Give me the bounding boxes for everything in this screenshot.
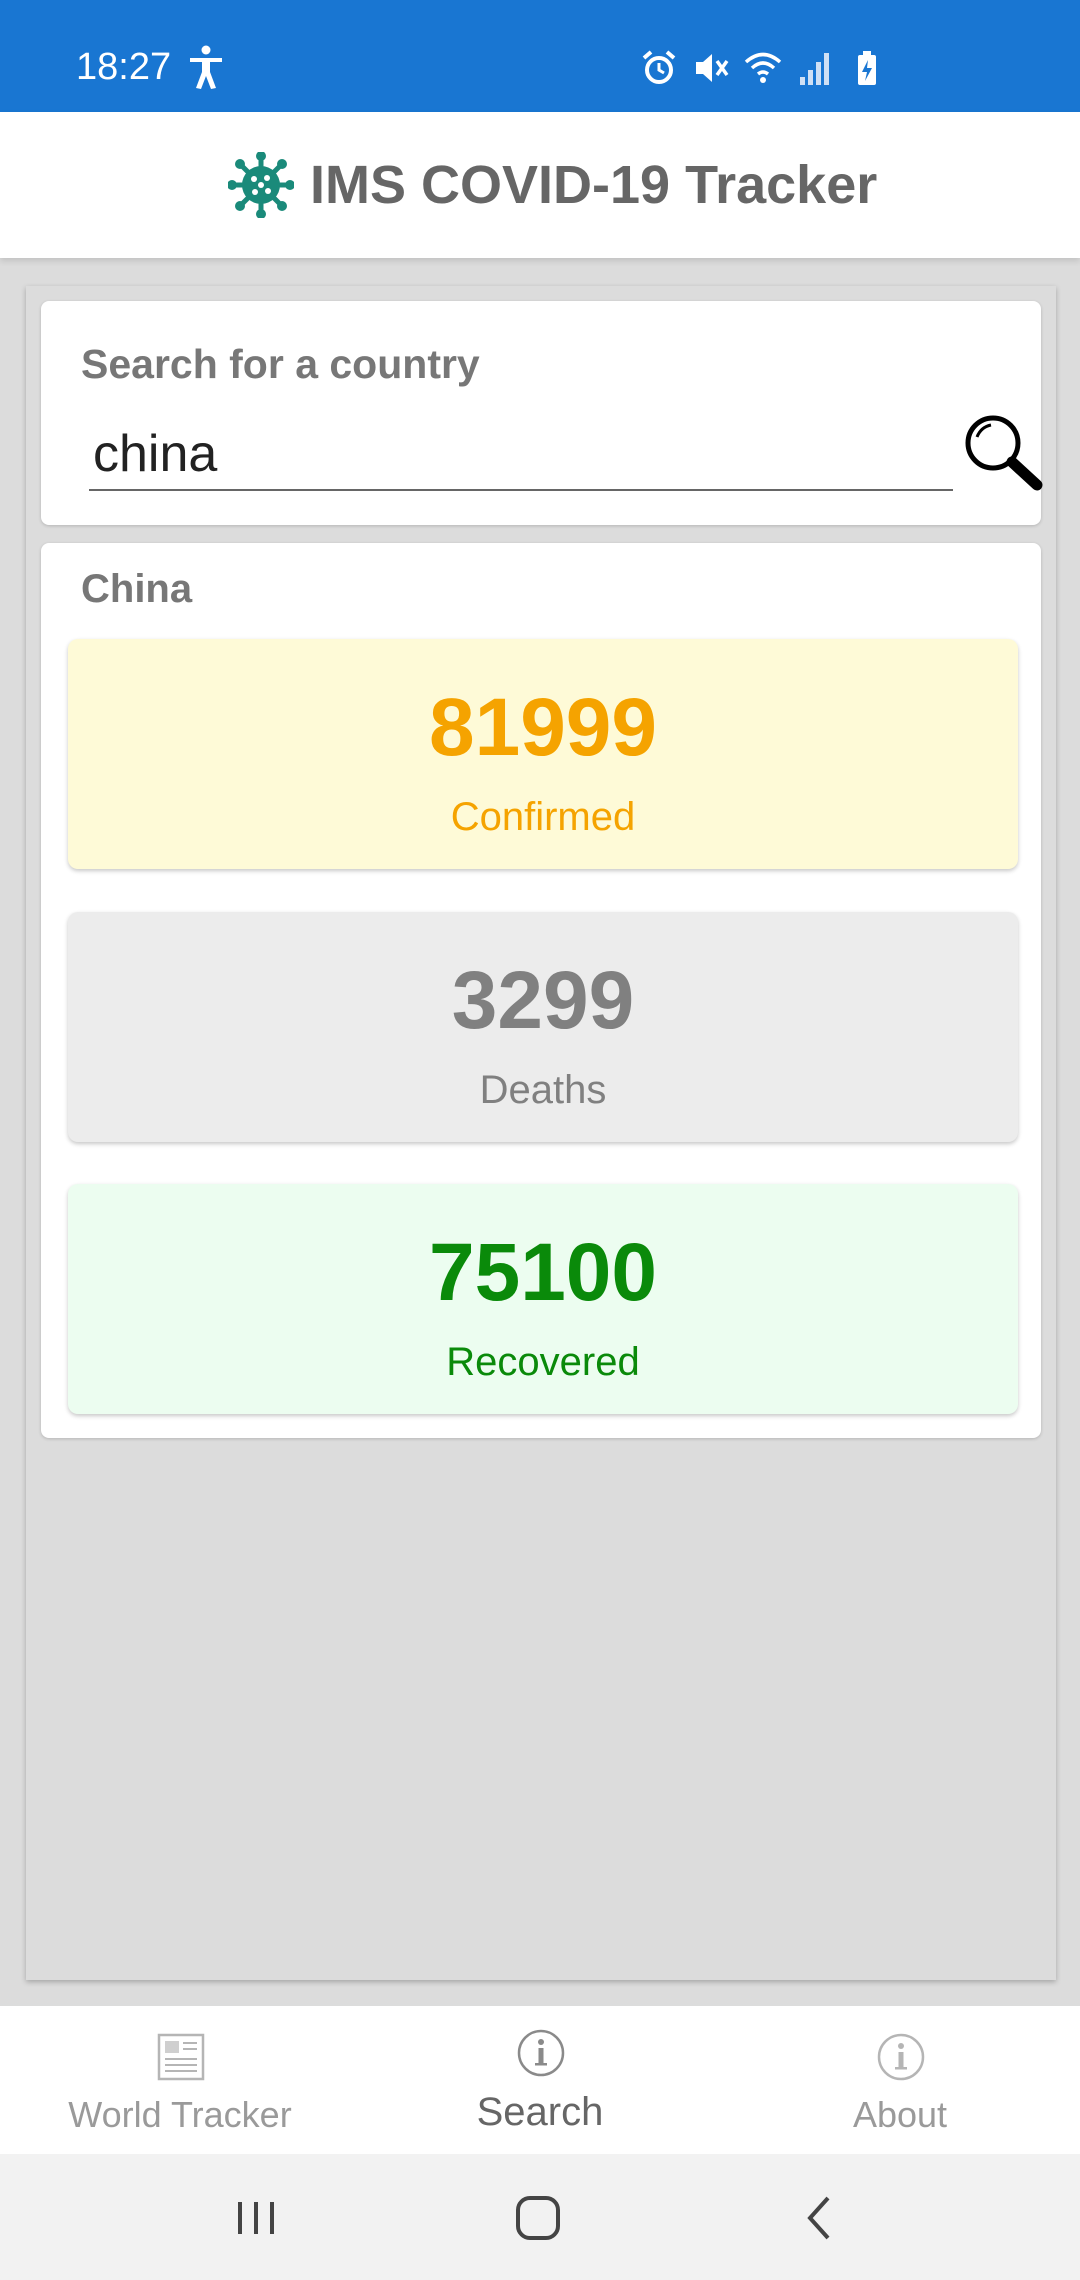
country-search-input[interactable] bbox=[89, 419, 953, 491]
bottom-tab-bar: World Tracker Search About bbox=[0, 2006, 1080, 2154]
recovered-label: Recovered bbox=[446, 1340, 640, 1384]
mute-icon bbox=[696, 54, 729, 82]
tab-world-tracker[interactable]: World Tracker bbox=[0, 2006, 360, 2154]
accessibility-icon bbox=[190, 45, 222, 89]
status-icons bbox=[640, 46, 886, 90]
info-icon bbox=[877, 2033, 925, 2081]
tab-search[interactable]: Search bbox=[360, 2006, 720, 2154]
confirmed-label: Confirmed bbox=[450, 795, 636, 839]
status-time: 18:27 bbox=[76, 46, 172, 88]
back-icon bbox=[807, 2196, 830, 2240]
info-icon bbox=[517, 2029, 565, 2077]
country-name: China bbox=[81, 567, 193, 611]
deaths-count: 3299 bbox=[451, 955, 635, 1046]
app-title: IMS COVID-19 Tracker bbox=[310, 155, 878, 215]
status-bar: 18:27 bbox=[0, 0, 1080, 112]
newspaper-icon bbox=[157, 2033, 205, 2081]
magnifier-icon bbox=[965, 415, 1043, 491]
battery-charging-icon bbox=[858, 51, 876, 85]
home-icon bbox=[516, 2196, 560, 2240]
confirmed-stat-card: 81999 Confirmed bbox=[68, 639, 1018, 869]
alarm-icon bbox=[642, 50, 676, 84]
home-button[interactable] bbox=[508, 2188, 568, 2248]
tab-about[interactable]: About bbox=[720, 2006, 1080, 2154]
confirmed-count: 81999 bbox=[428, 682, 658, 773]
back-button[interactable] bbox=[790, 2188, 850, 2248]
app-header: IMS COVID-19 Tracker bbox=[0, 112, 1080, 258]
system-nav-bar bbox=[0, 2154, 1080, 2280]
deaths-label: Deaths bbox=[479, 1068, 607, 1112]
recovered-stat-card: 75100 Recovered bbox=[68, 1184, 1018, 1414]
search-label: Search for a country bbox=[81, 341, 480, 387]
search-card: Search for a country bbox=[41, 301, 1043, 525]
deaths-stat-card: 3299 Deaths bbox=[68, 912, 1018, 1142]
result-card: China 81999 Confirmed 3299 Deaths 75100 … bbox=[41, 543, 1041, 1438]
recovered-count: 75100 bbox=[428, 1227, 658, 1318]
tab-label: Search bbox=[476, 2090, 604, 2134]
signal-icon bbox=[800, 53, 829, 85]
tab-label: About bbox=[852, 2094, 948, 2135]
tab-label: World Tracker bbox=[68, 2094, 292, 2135]
wifi-icon bbox=[744, 52, 782, 83]
recents-icon bbox=[238, 2202, 274, 2234]
search-button[interactable] bbox=[961, 411, 1043, 493]
content-panel: Search for a country China 81999 Confirm… bbox=[26, 286, 1056, 1980]
recents-button[interactable] bbox=[226, 2188, 286, 2248]
virus-icon bbox=[228, 152, 294, 218]
